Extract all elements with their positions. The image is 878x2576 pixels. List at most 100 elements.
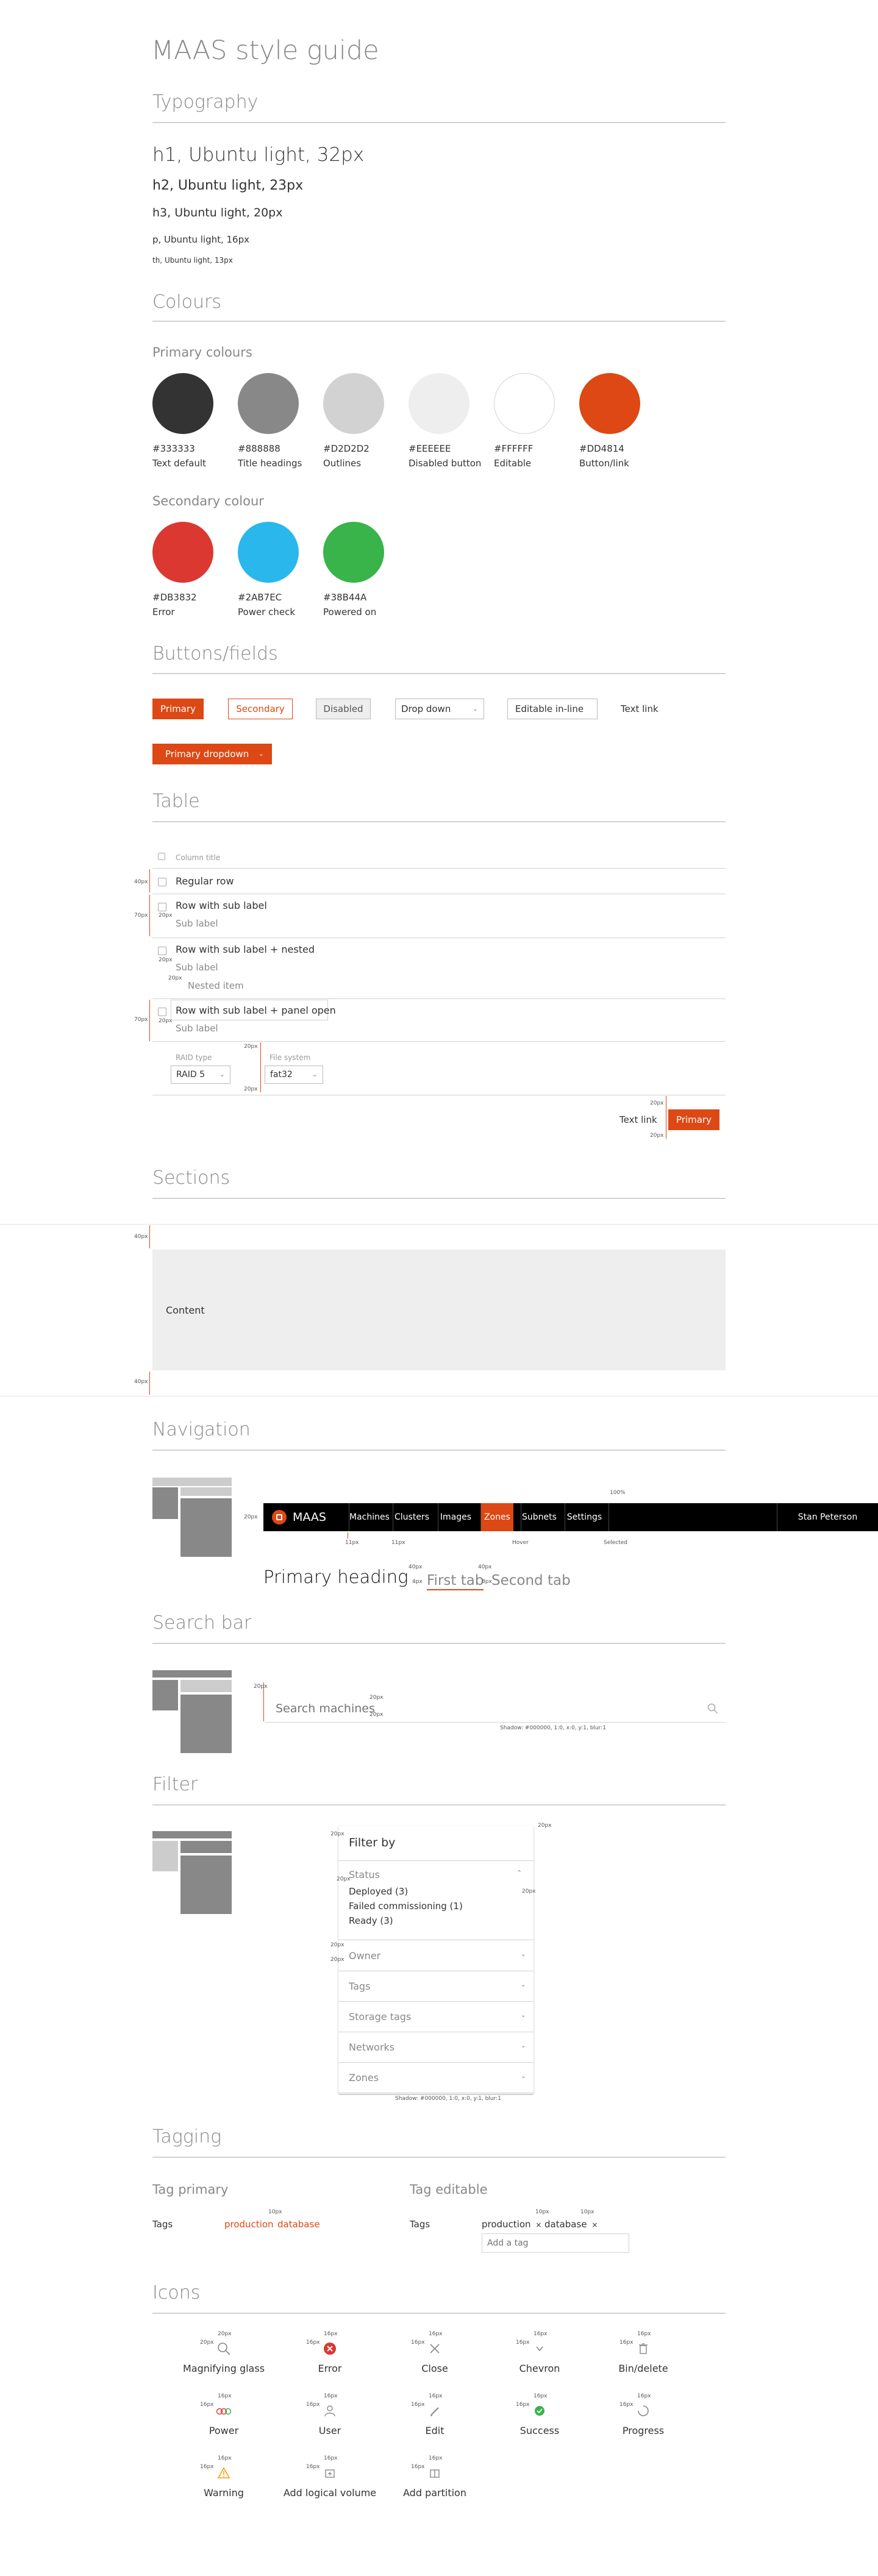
nav-item-subnets[interactable]: Subnets: [521, 1503, 557, 1531]
colour-swatch: [238, 373, 299, 434]
buttons-heading: Buttons/fields: [152, 643, 278, 664]
editable-tag[interactable]: database ×: [544, 2219, 598, 2230]
colour-name: Button/link: [579, 458, 629, 469]
tag-text: production: [482, 2219, 531, 2230]
row-checkbox[interactable]: [158, 878, 166, 886]
wireframe-block: [152, 1680, 178, 1710]
icon-label: Magnifying glass: [182, 2363, 265, 2374]
search-bar[interactable]: [265, 1696, 726, 1723]
dimension-tick: [149, 895, 150, 936]
hover-label: Hover: [512, 1540, 529, 1546]
dimension-label: 20px: [200, 2339, 214, 2346]
top-navigation-bar: MAAS Machines Clusters Images Zones Subnets S…: [263, 1503, 878, 1531]
brand-name[interactable]: MAAS: [293, 1503, 326, 1531]
filter-status-label[interactable]: Status: [349, 1869, 380, 1880]
remove-tag-icon[interactable]: ×: [535, 2221, 541, 2229]
filter-group-label: Storage tags: [349, 2011, 412, 2023]
dimension-label: 16px: [534, 2393, 548, 2399]
dropdown-field[interactable]: Drop down ⌄: [395, 699, 484, 719]
dimension-label: 16px: [429, 2455, 443, 2461]
user-icon: [324, 2405, 335, 2417]
tag-link[interactable]: database: [277, 2219, 320, 2230]
dimension-label: 20px: [244, 1514, 258, 1520]
row-checkbox[interactable]: [158, 1008, 166, 1016]
filter-group-networks[interactable]: Networks ⌄: [338, 2032, 534, 2063]
tagging-heading: Tagging: [152, 2126, 222, 2147]
filter-option[interactable]: Ready (3): [349, 1915, 393, 1926]
dimension-label: 16px: [516, 2402, 530, 2408]
nested-item[interactable]: Nested item: [188, 980, 244, 991]
primary-dropdown-button[interactable]: Primary dropdown ⌄: [152, 744, 272, 764]
nav-item-machines[interactable]: Machines: [349, 1503, 390, 1531]
wireframe-block: [152, 1670, 232, 1678]
text-link[interactable]: Text link: [621, 703, 659, 714]
th-sample: th, Ubuntu light, 13px: [152, 256, 233, 265]
section-divider: [152, 1450, 726, 1451]
bin-icon: [639, 2343, 648, 2354]
dimension-label: 16px: [411, 2402, 425, 2408]
tag-editable-heading: Tag editable: [410, 2182, 488, 2197]
select-all-checkbox[interactable]: [158, 853, 165, 860]
icon-label: User: [318, 2425, 341, 2436]
table-row-panel-open[interactable]: Row with sub label + panel open: [176, 1005, 336, 1016]
raid-type-select[interactable]: RAID 5 ⌄: [171, 1066, 230, 1084]
search-input[interactable]: [276, 1699, 690, 1718]
nav-item-clusters[interactable]: Clusters: [393, 1503, 430, 1531]
dimension-label: 20px: [159, 957, 173, 963]
tag-primary-heading: Tag primary: [152, 2182, 229, 2197]
tab-first[interactable]: First tab: [427, 1573, 484, 1590]
file-system-value: fat32: [270, 1070, 293, 1080]
dimension-label: 70px: [134, 1017, 148, 1023]
table-text-link[interactable]: Text link: [619, 1114, 657, 1125]
dimension-label: 16px: [637, 2393, 651, 2399]
selected-label: Selected: [604, 1540, 628, 1546]
nav-item-images[interactable]: Images: [438, 1503, 473, 1531]
dimension-label: 16px: [324, 2455, 338, 2461]
editable-tag[interactable]: production ×: [482, 2219, 541, 2230]
dimension-label: 40px: [134, 879, 148, 885]
add-logical-volume-icon: [325, 2469, 335, 2478]
filter-option[interactable]: Failed commissioning (1): [349, 1901, 463, 1912]
file-system-label: File system: [269, 1053, 311, 1062]
navigation-heading: Navigation: [152, 1419, 251, 1440]
primary-button[interactable]: Primary: [152, 699, 204, 719]
wireframe-block: [152, 1831, 232, 1838]
icon-sample: 16px 16px Add partition: [383, 2455, 487, 2499]
add-tag-input[interactable]: [482, 2233, 629, 2253]
table-row-sub-label[interactable]: Row with sub label: [176, 900, 267, 911]
progress-icon: [638, 2405, 649, 2416]
section-divider: [152, 1643, 726, 1644]
h3-sample: h3, Ubuntu light, 20px: [152, 206, 283, 219]
tab-second[interactable]: Second tab: [491, 1573, 571, 1589]
remove-tag-icon[interactable]: ×: [591, 2221, 598, 2229]
editable-inline-field[interactable]: Editable in-line: [507, 699, 598, 719]
row-checkbox[interactable]: [158, 903, 166, 911]
filter-group-zones[interactable]: Zones ⌄: [338, 2063, 534, 2093]
filter-group-storage-tags[interactable]: Storage tags ⌄: [338, 2002, 534, 2032]
file-system-select[interactable]: fat32 ⌄: [265, 1066, 323, 1084]
table-row-nested[interactable]: Row with sub label + nested: [176, 944, 315, 955]
table-row-regular[interactable]: Regular row: [176, 875, 234, 887]
section-divider: [152, 321, 726, 322]
secondary-button[interactable]: Secondary: [228, 699, 293, 719]
table-divider: [152, 998, 726, 999]
chevron-up-icon[interactable]: ⌃: [516, 1869, 522, 1877]
icon-sample: 16px 16px Close: [383, 2331, 487, 2374]
filter-group-tags[interactable]: Tags ⌄: [338, 1971, 534, 2002]
dimension-tick: [149, 1372, 150, 1395]
filter-group-owner[interactable]: Owner ⌄: [338, 1941, 534, 1971]
section-divider: [152, 1804, 726, 1806]
tag-link[interactable]: production: [224, 2219, 274, 2230]
dimension-label: 40px: [409, 1564, 423, 1570]
row-checkbox[interactable]: [158, 947, 166, 955]
raid-type-value: RAID 5: [176, 1070, 205, 1080]
user-menu[interactable]: Stan Peterson: [777, 1503, 878, 1531]
tags-label: Tags: [152, 2219, 173, 2230]
tags-label: Tags: [410, 2219, 430, 2230]
nav-item-settings[interactable]: Settings: [565, 1503, 604, 1531]
primary-dropdown-label: Primary dropdown: [165, 749, 249, 760]
filter-option[interactable]: Deployed (3): [349, 1886, 408, 1897]
search-icon[interactable]: [707, 1703, 718, 1714]
table-primary-button[interactable]: Primary: [668, 1109, 719, 1130]
nav-item-zones[interactable]: Zones: [480, 1503, 513, 1531]
